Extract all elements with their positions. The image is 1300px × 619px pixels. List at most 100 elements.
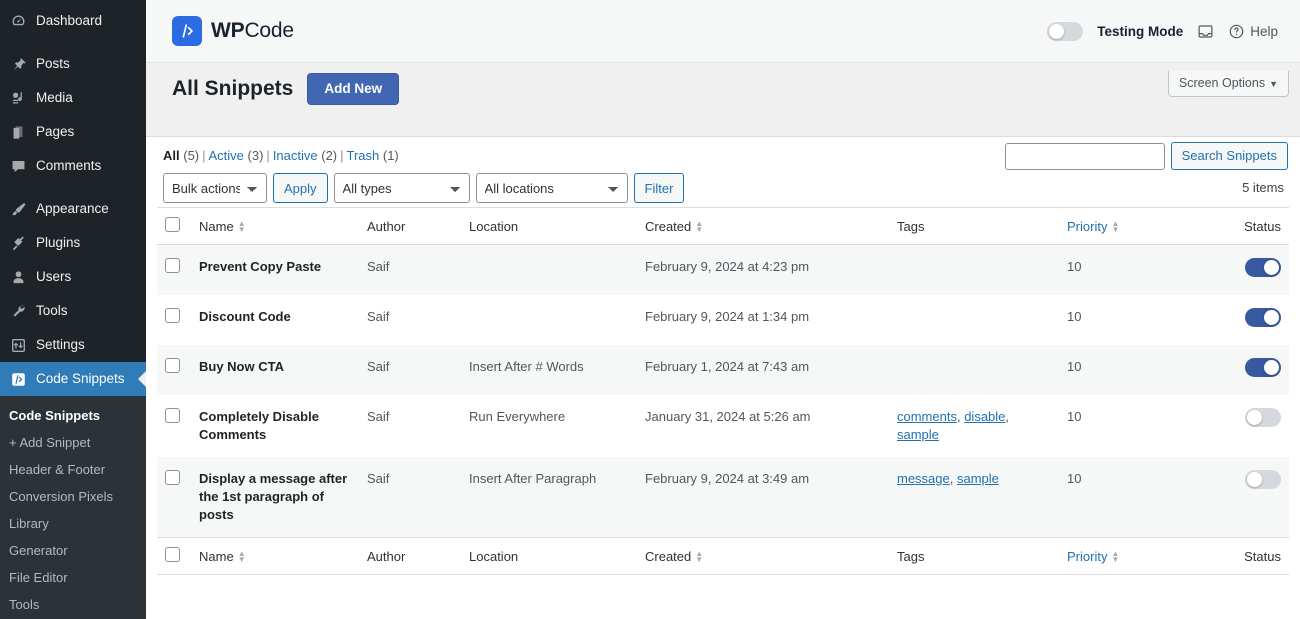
inbox-icon[interactable] [1197,23,1214,40]
column-label: Name [199,549,234,564]
snippet-name-link[interactable]: Prevent Copy Paste [199,259,321,274]
tag-link[interactable]: sample [897,427,939,442]
sidebar-item-comments[interactable]: Comments [0,149,146,183]
column-label: Tags [897,219,924,234]
sidebar-item-appearance[interactable]: Appearance [0,192,146,226]
add-new-button[interactable]: Add New [307,73,399,105]
toggle-knob [1247,410,1262,425]
footer-column-created[interactable]: Created▲▼ [637,538,889,575]
row-checkbox[interactable] [165,258,180,273]
tag-link[interactable]: sample [957,471,999,486]
tag-link[interactable]: comments [897,409,957,424]
snippet-name-link[interactable]: Buy Now CTA [199,359,284,374]
header-column-location: Location [461,208,637,245]
sidebar-submenu-item-library[interactable]: Library [0,510,146,537]
sidebar-item-label: Media [36,89,73,107]
row-checkbox[interactable] [165,308,180,323]
status-links: All (5)|Active (3)|Inactive (2)|Trash (1… [163,148,399,163]
types-filter-select[interactable]: All types [334,173,470,203]
tag-link[interactable]: disable [964,409,1005,424]
tags-cell [889,345,1059,395]
locations-filter-select[interactable]: All locations [476,173,628,203]
apply-button[interactable]: Apply [273,173,328,203]
snippet-status-toggle[interactable] [1245,408,1281,427]
snippet-name-link[interactable]: Completely Disable Comments [199,409,319,442]
status-cell [1209,457,1289,538]
header-column-name[interactable]: Name▲▼ [191,208,359,245]
help-button[interactable]: Help [1228,23,1278,40]
toggle-knob [1264,260,1279,275]
footer-column-priority[interactable]: Priority ▲▼ [1059,538,1209,575]
row-select-cell [157,395,191,457]
sidebar-item-settings[interactable]: Settings [0,328,146,362]
status-link-active[interactable]: Active [209,148,244,163]
sort-indicator-icon[interactable]: ▲▼ [695,221,703,233]
bulk-actions-select[interactable]: Bulk actions [163,173,267,203]
sort-indicator-icon[interactable]: ▲▼ [238,221,246,233]
column-label: Tags [897,549,924,564]
sidebar-submenu-item-header-footer[interactable]: Header & Footer [0,456,146,483]
snippet-name-link[interactable]: Display a message after the 1st paragrap… [199,471,347,522]
bulk-action-controls: Bulk actions Apply All types All locatio… [163,173,684,203]
sidebar-item-code-snippets[interactable]: Code Snippets [0,362,146,396]
status-cell [1209,245,1289,296]
sidebar-submenu-item-file-editor[interactable]: File Editor [0,564,146,591]
tag-link[interactable]: message [897,471,950,486]
status-link-trash[interactable]: Trash [347,148,380,163]
sort-indicator-icon[interactable]: ▲▼ [1111,551,1119,563]
status-link-all[interactable]: All [163,148,180,163]
sidebar-submenu-item-tools[interactable]: Tools [0,591,146,618]
sidebar-item-tools[interactable]: Tools [0,294,146,328]
snippet-name-link[interactable]: Discount Code [199,309,291,324]
sidebar-item-posts[interactable]: Posts [0,47,146,81]
header-right-controls: Testing Mode Help [1047,22,1278,41]
sidebar-submenu-item-generator[interactable]: Generator [0,537,146,564]
table-row: Discount CodeSaifFebruary 9, 2024 at 1:3… [157,295,1289,345]
snippet-status-toggle[interactable] [1245,308,1281,327]
row-checkbox[interactable] [165,408,180,423]
header-column-created[interactable]: Created▲▼ [637,208,889,245]
sidebar-submenu-item-code-snippets[interactable]: Code Snippets [0,402,146,429]
column-label[interactable]: Priority [1067,219,1107,234]
status-link-inactive[interactable]: Inactive [273,148,318,163]
search-snippets-button[interactable]: Search Snippets [1171,142,1288,170]
sort-indicator-icon[interactable]: ▲▼ [1111,221,1119,233]
search-input[interactable] [1005,143,1165,170]
select-all-checkbox[interactable] [165,547,180,562]
sort-indicator-icon[interactable]: ▲▼ [695,551,703,563]
location-cell: Insert After # Words [461,345,637,395]
filter-button[interactable]: Filter [634,173,685,203]
snippet-status-toggle[interactable] [1245,358,1281,377]
row-select-cell [157,245,191,296]
sidebar-submenu-item-add-snippet[interactable]: + Add Snippet [0,429,146,456]
testing-mode-toggle[interactable] [1047,22,1083,41]
sidebar-item-plugins[interactable]: Plugins [0,226,146,260]
snippet-status-toggle[interactable] [1245,470,1281,489]
sidebar-item-users[interactable]: Users [0,260,146,294]
sidebar-submenu-item-conversion-pixels[interactable]: Conversion Pixels [0,483,146,510]
brand-bold: WP [211,19,244,42]
sliders-icon [9,336,27,354]
header-column-priority[interactable]: Priority ▲▼ [1059,208,1209,245]
header-column-tags: Tags [889,208,1059,245]
created-cell: February 9, 2024 at 3:49 am [637,457,889,538]
footer-column-name[interactable]: Name ▲▼ [191,538,359,575]
page-title: All Snippets [172,77,293,101]
column-label: Author [367,219,405,234]
row-checkbox[interactable] [165,358,180,373]
select-all-checkbox[interactable] [165,217,180,232]
wrench-icon [9,302,27,320]
row-select-cell [157,457,191,538]
sidebar-item-label: Users [36,268,71,286]
footer-column-author: Author [359,538,461,575]
row-checkbox[interactable] [165,470,180,485]
sidebar-item-dashboard[interactable]: Dashboard [0,4,146,38]
snippet-status-toggle[interactable] [1245,258,1281,277]
sort-indicator-icon[interactable]: ▲▼ [238,551,246,563]
snippet-name-cell: Prevent Copy Paste [191,245,359,296]
table-head: Name▲▼ Author LocationCreated▲▼ Tags Priorit… [157,208,1289,245]
header-column-author: Author [359,208,461,245]
column-label[interactable]: Priority [1067,549,1107,564]
sidebar-item-media[interactable]: Media [0,81,146,115]
sidebar-item-pages[interactable]: Pages [0,115,146,149]
